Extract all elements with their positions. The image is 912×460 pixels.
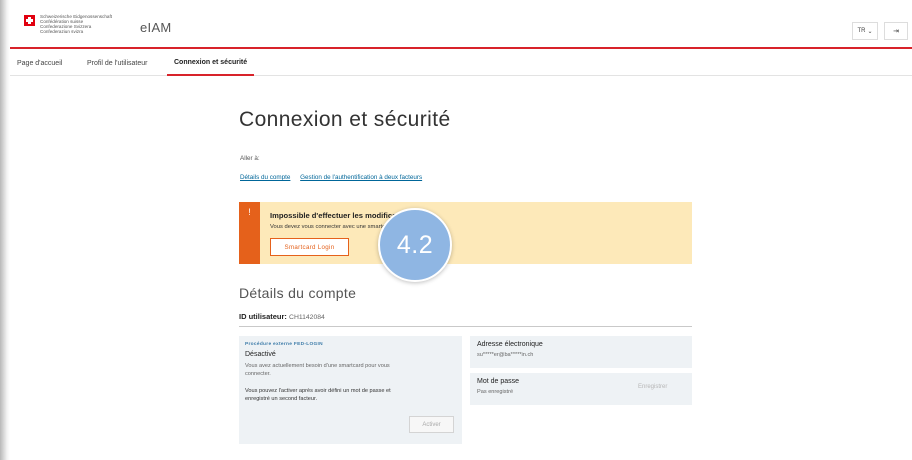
fed-login-hint: Vous pouvez l'activer après avoir défini…: [245, 388, 391, 402]
tab-connexion-securite[interactable]: Connexion et sécurité: [167, 50, 255, 76]
page: Schweizerische Eidgenossenschaft Confédé…: [10, 0, 912, 460]
password-value: Pas enregistré: [477, 389, 514, 395]
user-id-value: CH1142084: [289, 314, 325, 321]
chevron-down-icon: ⌄: [867, 28, 873, 35]
link-details-compte[interactable]: Détails du compte: [240, 174, 290, 181]
confederation-logo-text: Schweizerische Eidgenossenschaft Confédé…: [40, 14, 113, 34]
email-card: Adresse électronique su*****er@ba*****in…: [470, 336, 692, 368]
language-code: TR: [857, 28, 866, 34]
warning-alert: ! Impossible d'effectuer les modificatio…: [239, 202, 692, 264]
activate-button[interactable]: Activer: [409, 416, 454, 433]
warning-icon: !: [248, 207, 251, 217]
logout-button[interactable]: ⇥: [884, 22, 908, 40]
goto-label: Aller à:: [240, 155, 260, 162]
user-id-label: ID utilisateur:: [239, 312, 287, 321]
header-divider: [10, 47, 912, 49]
app-header: Schweizerische Eidgenossenschaft Confédé…: [10, 8, 912, 48]
window-edge-shadow: [0, 0, 10, 460]
fed-login-status: Désactivé: [245, 351, 276, 358]
section-title-account: Détails du compte: [239, 285, 357, 301]
password-card: Mot de passe Pas enregistré Enregistrer: [470, 373, 692, 405]
goto-links: Détails du compte Gestion de l'authentif…: [240, 174, 430, 181]
section-divider: [239, 326, 692, 327]
tab-page-accueil[interactable]: Page d'accueil: [10, 50, 69, 76]
page-title: Connexion et sécurité: [239, 108, 451, 131]
user-id-row: ID utilisateur: CH1142084: [239, 312, 325, 321]
logout-icon: ⇥: [893, 28, 899, 35]
swiss-flag-icon: [24, 15, 35, 26]
main-nav: Page d'accueil Profil de l'utilisateur C…: [10, 50, 912, 76]
fed-login-label: Procédure externe FED-LOGIN: [245, 342, 323, 347]
link-gestion-2fa[interactable]: Gestion de l'authentification à deux fac…: [300, 174, 422, 181]
fed-login-card: Procédure externe FED-LOGIN Désactivé Vo…: [239, 336, 462, 444]
app-title: eIAM: [140, 20, 172, 35]
tab-profil-utilisateur[interactable]: Profil de l'utilisateur: [80, 50, 154, 76]
alert-text: Vous devez vous connecter avec une smart…: [270, 224, 396, 230]
email-value: su*****er@ba*****in.ch: [477, 352, 534, 358]
register-password-button[interactable]: Enregistrer: [638, 384, 667, 390]
alert-accent-bar: !: [239, 202, 260, 264]
language-selector[interactable]: TR ⌄: [852, 22, 878, 40]
fed-login-info: Vous avez actuellement besoin d'une smar…: [245, 363, 390, 377]
step-badge: 4.2: [378, 208, 452, 282]
smartcard-login-button[interactable]: Smartcard Login: [270, 238, 349, 256]
password-label: Mot de passe: [477, 378, 520, 385]
email-label: Adresse électronique: [477, 341, 543, 348]
